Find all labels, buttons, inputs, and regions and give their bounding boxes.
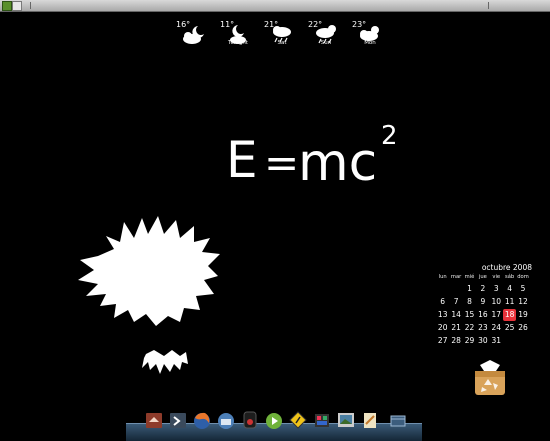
calendar-weekday: dom	[517, 274, 529, 280]
weather-day-name: Sun	[320, 40, 332, 46]
firefox-icon[interactable]	[192, 410, 212, 430]
calendar-today[interactable]: 18	[502, 309, 517, 321]
equation-equals: =	[264, 138, 299, 187]
calendar-day[interactable]: 4	[503, 283, 516, 295]
calendar-day[interactable]: 8	[463, 296, 476, 308]
calendar-day[interactable]: 28	[449, 335, 462, 347]
weather-day-name: Mon	[364, 40, 376, 46]
calendar-day[interactable]: 16	[476, 309, 489, 321]
window-icon[interactable]	[388, 410, 408, 430]
calendar-day[interactable]: 10	[490, 296, 503, 308]
calendar-grid: lun mar mié jue vie sáb dom 1 2 3 4 5 6 …	[436, 273, 536, 347]
equation-mc: mc	[298, 133, 377, 192]
calendar-title: octubre 2008	[481, 263, 532, 272]
home-folder-icon[interactable]	[144, 410, 164, 430]
calendar-day[interactable]: 11	[503, 296, 516, 308]
calendar-weekday: mar	[450, 274, 462, 280]
weather-widget: 16° 11° Tonight 21° Sat 22° Sun 23° Mon	[172, 20, 394, 52]
thunderbird-icon[interactable]	[216, 410, 236, 430]
dock	[140, 410, 410, 432]
calendar-day[interactable]: 9	[476, 296, 489, 308]
video-editor-icon[interactable]	[312, 410, 332, 430]
calendar-day[interactable]: 21	[449, 322, 462, 334]
calendar-day[interactable]: 3	[490, 283, 503, 295]
panel-separator	[488, 2, 489, 9]
calendar-weekday: sáb	[505, 274, 515, 280]
equation-exponent: 2	[381, 122, 398, 151]
calendar-day[interactable]: 20	[436, 322, 449, 334]
terminal-icon[interactable]	[168, 410, 188, 430]
calendar-weekday: mié	[464, 274, 475, 280]
calendar-day[interactable]: 19	[516, 309, 529, 321]
equation-e: E	[226, 131, 258, 189]
calendar-day[interactable]: 31	[490, 335, 503, 347]
calendar-weekday: lun	[438, 274, 447, 280]
app-menu-icon[interactable]	[2, 1, 12, 11]
panel-separator	[30, 2, 31, 9]
trash-icon[interactable]	[470, 359, 510, 397]
play-icon[interactable]	[264, 410, 284, 430]
weather-day-name: Tonight	[228, 40, 248, 46]
calendar-day[interactable]: 24	[490, 322, 503, 334]
einstein-silhouette	[78, 216, 220, 374]
media-player-icon[interactable]	[240, 410, 260, 430]
calendar-day[interactable]: 12	[516, 296, 529, 308]
calendar-day	[516, 335, 529, 347]
calendar-day	[503, 335, 516, 347]
calendar-day[interactable]: 13	[436, 309, 449, 321]
weather-day-name: Sat	[277, 40, 287, 46]
calendar-day[interactable]: 7	[449, 296, 462, 308]
calendar-day[interactable]: 30	[476, 335, 489, 347]
equation-wallpaper: E = mc 2	[226, 122, 398, 192]
road-sign-icon[interactable]	[288, 410, 308, 430]
weather-day: 16°	[172, 20, 216, 52]
calendar-day[interactable]: 5	[516, 283, 529, 295]
calendar-day[interactable]: 25	[503, 322, 516, 334]
calendar-day	[436, 283, 449, 295]
text-editor-icon[interactable]	[360, 410, 380, 430]
weather-day: 22° Sun	[304, 20, 348, 52]
calendar-day[interactable]: 2	[476, 283, 489, 295]
calendar-day[interactable]: 15	[463, 309, 476, 321]
calendar-day[interactable]: 14	[449, 309, 462, 321]
calendar-weekday: jue	[478, 274, 487, 280]
places-icon[interactable]	[12, 1, 22, 11]
calendar-day[interactable]: 22	[463, 322, 476, 334]
calendar-day[interactable]: 6	[436, 296, 449, 308]
weather-day: 11° Tonight	[216, 20, 260, 52]
weather-day: 23° Mon	[348, 20, 392, 52]
photo-icon[interactable]	[336, 410, 356, 430]
top-panel	[0, 0, 550, 12]
weather-day: 21° Sat	[260, 20, 304, 52]
calendar-day[interactable]: 23	[476, 322, 489, 334]
calendar-day	[449, 283, 462, 295]
moon-cloud-icon	[183, 26, 204, 44]
calendar-day[interactable]: 1	[463, 283, 476, 295]
calendar-widget: octubre 2008 lun mar mié jue vie sáb dom…	[436, 263, 536, 347]
calendar-day[interactable]: 26	[516, 322, 529, 334]
calendar-day[interactable]: 29	[463, 335, 476, 347]
calendar-day[interactable]: 27	[436, 335, 449, 347]
calendar-weekday: vie	[492, 274, 501, 280]
calendar-day[interactable]: 17	[490, 309, 503, 321]
